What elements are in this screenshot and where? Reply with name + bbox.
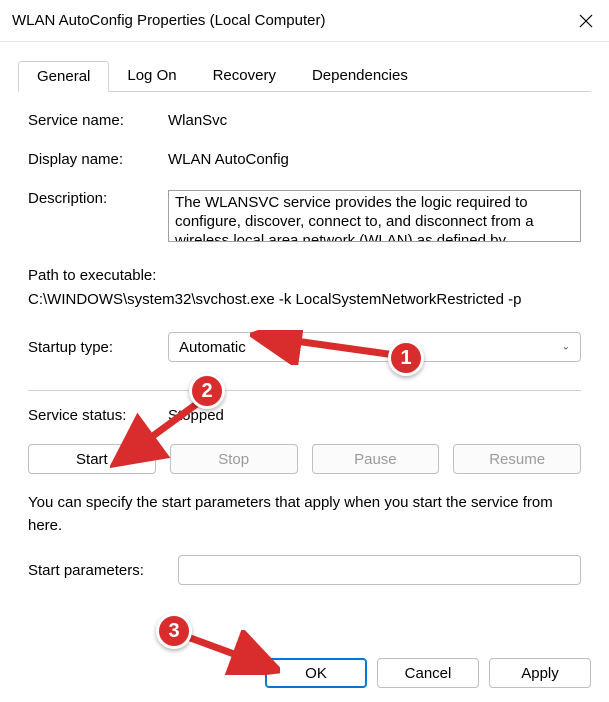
service-name-value: WlanSvc xyxy=(168,112,227,129)
ok-button[interactable]: OK xyxy=(265,658,367,688)
apply-button[interactable]: Apply xyxy=(489,658,591,688)
chevron-down-icon: ⌄ xyxy=(562,342,570,353)
window-title: WLAN AutoConfig Properties (Local Comput… xyxy=(12,12,563,29)
client-area: General Log On Recovery Dependencies Ser… xyxy=(0,42,609,599)
cancel-button[interactable]: Cancel xyxy=(377,658,479,688)
start-params-hint: You can specify the start parameters tha… xyxy=(28,492,581,537)
resume-button: Resume xyxy=(453,444,581,474)
display-name-value: WLAN AutoConfig xyxy=(168,151,289,168)
startup-type-label: Startup type: xyxy=(28,339,168,356)
start-parameters-label: Start parameters: xyxy=(28,562,178,579)
startup-type-value: Automatic xyxy=(179,339,246,356)
service-status-value: Stopped xyxy=(168,407,224,424)
tab-strip: General Log On Recovery Dependencies xyxy=(18,60,591,92)
stop-button: Stop xyxy=(170,444,298,474)
dialog-button-row: OK Cancel Apply xyxy=(265,658,591,688)
tab-general[interactable]: General xyxy=(18,61,109,92)
close-icon xyxy=(579,14,593,28)
tab-log-on[interactable]: Log On xyxy=(109,61,194,92)
service-status-label: Service status: xyxy=(28,407,168,424)
path-label: Path to executable: xyxy=(28,264,581,288)
startup-type-select[interactable]: Automatic ⌄ xyxy=(168,332,581,362)
annotation-marker-3: 3 xyxy=(156,613,192,649)
tab-dependencies[interactable]: Dependencies xyxy=(294,61,426,92)
description-text[interactable]: The WLANSVC service provides the logic r… xyxy=(168,190,581,242)
tab-recovery[interactable]: Recovery xyxy=(195,61,294,92)
start-parameters-input[interactable] xyxy=(178,555,581,585)
description-label: Description: xyxy=(28,190,168,207)
display-name-label: Display name: xyxy=(28,151,168,168)
tab-content: Service name: WlanSvc Display name: WLAN… xyxy=(18,112,591,585)
service-name-label: Service name: xyxy=(28,112,168,129)
divider xyxy=(28,390,581,391)
start-button[interactable]: Start xyxy=(28,444,156,474)
close-button[interactable] xyxy=(563,0,609,42)
pause-button: Pause xyxy=(312,444,440,474)
path-value: C:\WINDOWS\system32\svchost.exe -k Local… xyxy=(28,288,581,312)
titlebar: WLAN AutoConfig Properties (Local Comput… xyxy=(0,0,609,42)
